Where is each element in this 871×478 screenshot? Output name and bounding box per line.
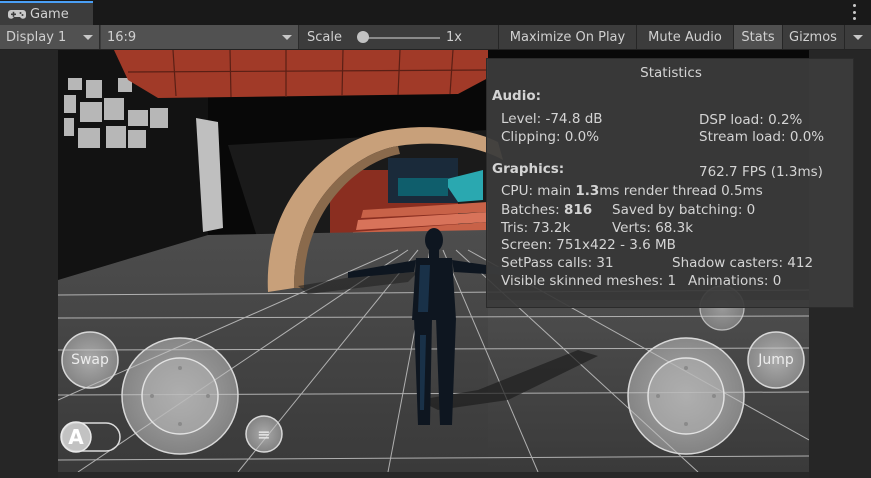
statistics-panel: Statistics Audio: Level: -74.8 dB DSP lo… — [486, 58, 854, 308]
clipping: Clipping: 0.0% — [501, 129, 600, 145]
dsp-load: DSP load: 0.2% — [699, 112, 803, 128]
cpu-main: 1.3 — [575, 183, 600, 199]
menu-icon[interactable]: ≡ — [246, 416, 282, 452]
tab-label: Game — [30, 6, 69, 22]
tab-game[interactable]: Game — [0, 1, 93, 25]
tris: Tris: 73.2k — [501, 220, 571, 236]
aspect-dropdown[interactable]: 16:9 — [101, 25, 299, 49]
chevron-down-icon — [83, 35, 93, 40]
gamepad-icon — [8, 9, 26, 19]
gizmos-button[interactable]: Gizmos — [783, 25, 843, 49]
scale-slider-handle[interactable] — [357, 31, 369, 43]
cpu-suffix: ms render thread 0.5ms — [599, 183, 763, 199]
aspect-value: 16:9 — [107, 29, 137, 45]
letterbox-left — [0, 50, 58, 478]
right-joystick[interactable] — [628, 338, 744, 454]
stats-title: Statistics — [640, 65, 702, 81]
display-value: Display 1 — [6, 29, 67, 45]
saved-by-batching: Saved by batching: 0 — [612, 202, 756, 218]
scale-label: Scale — [307, 29, 342, 45]
stream-load: Stream load: 0.0% — [699, 129, 825, 145]
cpu-times: CPU: main 1.3ms render thread 0.5ms — [501, 183, 763, 199]
more-vertical-icon[interactable] — [851, 4, 857, 20]
animations: Animations: 0 — [688, 273, 782, 289]
display-dropdown[interactable]: Display 1 — [0, 25, 100, 49]
fps: 762.7 FPS (1.3ms) — [699, 164, 823, 180]
gizmos-dropdown[interactable] — [844, 25, 871, 49]
stats-button[interactable]: Stats — [734, 25, 782, 49]
chevron-down-icon — [282, 35, 292, 40]
graphics-header: Graphics: — [492, 161, 565, 177]
batches-prefix: Batches: — [501, 202, 564, 218]
batches: Batches: 816 — [501, 202, 592, 218]
batches-value: 816 — [564, 202, 593, 218]
maximize-on-play-button[interactable]: Maximize On Play — [499, 25, 636, 49]
mute-audio-button[interactable]: Mute Audio — [637, 25, 733, 49]
cpu-prefix: CPU: main — [501, 183, 576, 199]
shadow-casters: Shadow casters: 412 — [672, 255, 814, 271]
audio-header: Audio: — [492, 88, 542, 104]
scale-value: 1x — [446, 29, 462, 45]
audio-level: Level: -74.8 dB — [501, 111, 603, 127]
chevron-down-icon — [853, 35, 863, 40]
scale-slider-track[interactable] — [364, 37, 440, 39]
visible-skinned-meshes: Visible skinned meshes: 1 — [501, 273, 677, 289]
jump-button[interactable]: Jump — [748, 332, 804, 388]
swap-button[interactable]: Swap — [62, 332, 118, 388]
tab-bar: Game — [0, 0, 871, 26]
verts: Verts: 68.3k — [612, 220, 694, 236]
screen: Screen: 751x422 - 3.6 MB — [501, 237, 676, 253]
toggle-a-label[interactable]: A — [61, 422, 91, 452]
left-joystick[interactable] — [122, 338, 238, 454]
setpass-calls: SetPass calls: 31 — [501, 255, 614, 271]
